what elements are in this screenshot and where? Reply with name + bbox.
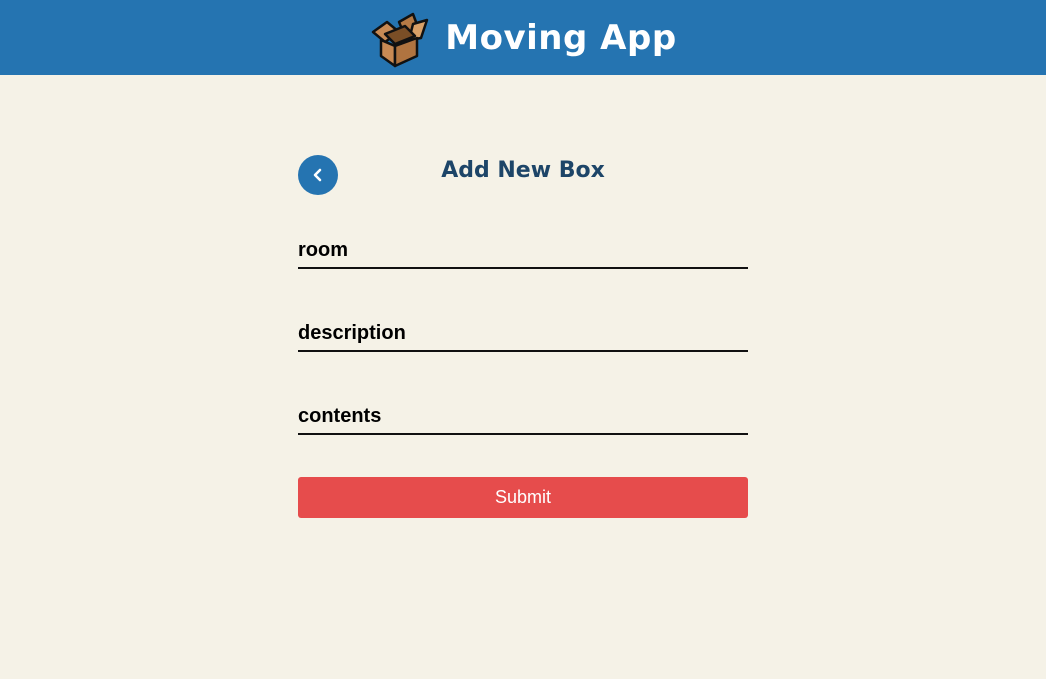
description-input[interactable] <box>298 316 748 350</box>
cardboard-box-icon <box>372 12 429 67</box>
description-field <box>298 316 748 352</box>
room-field <box>298 233 748 269</box>
add-box-panel: Add New Box Submit <box>298 155 748 518</box>
submit-button[interactable]: Submit <box>298 477 748 518</box>
page-title: Add New Box <box>441 158 605 183</box>
contents-field <box>298 399 748 435</box>
title-row: Add New Box <box>298 155 748 196</box>
app-title: Moving App <box>445 17 677 58</box>
app-header: Moving App <box>0 0 1046 75</box>
contents-input[interactable] <box>298 399 748 433</box>
room-input[interactable] <box>298 233 748 267</box>
